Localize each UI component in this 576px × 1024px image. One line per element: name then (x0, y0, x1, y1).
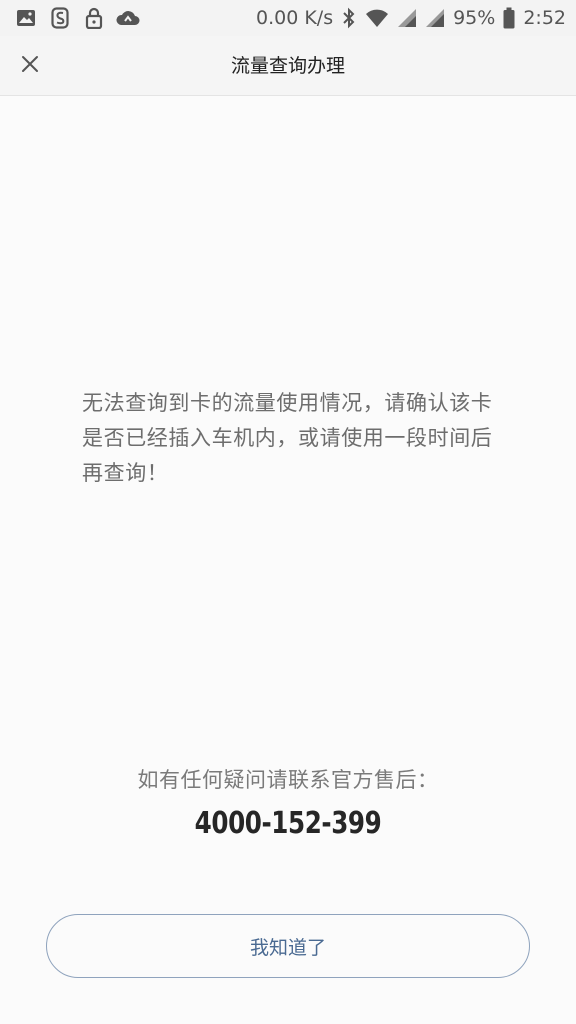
bluetooth-icon (341, 7, 357, 29)
net-speed: 0.00 K/s (255, 7, 334, 29)
signal-icon (425, 8, 445, 28)
system-status: 0.00 K/s 95% 2:52 (256, 6, 566, 30)
lock-icon (82, 6, 106, 30)
acknowledge-button-label: 我知道了 (249, 936, 326, 959)
close-icon (21, 55, 39, 77)
support-phone-number[interactable]: 4000-152-399 (52, 806, 524, 841)
notification-icons (14, 6, 140, 30)
acknowledge-button[interactable]: 我知道了 (46, 914, 530, 978)
signal-icon (397, 8, 417, 28)
clock: 2:52 (523, 7, 566, 29)
cloud-icon (116, 6, 140, 30)
wifi-icon (365, 8, 389, 28)
battery-percent: 95% (453, 7, 496, 29)
image-icon (14, 6, 38, 30)
header-bar: 流量查询办理 (0, 36, 576, 96)
battery-icon (503, 7, 515, 29)
contact-label: 如有任何疑问请联系官方售后： (137, 768, 439, 792)
page-title: 流量查询办理 (230, 55, 345, 77)
close-button[interactable] (14, 50, 46, 82)
no-data-message: 无法查询到卡的流量使用情况，请确认该卡是否已经插入车机内，或请使用一段时间后再查… (82, 391, 493, 485)
s-app-icon (48, 6, 72, 30)
status-bar: 0.00 K/s 95% 2:52 (0, 0, 576, 36)
